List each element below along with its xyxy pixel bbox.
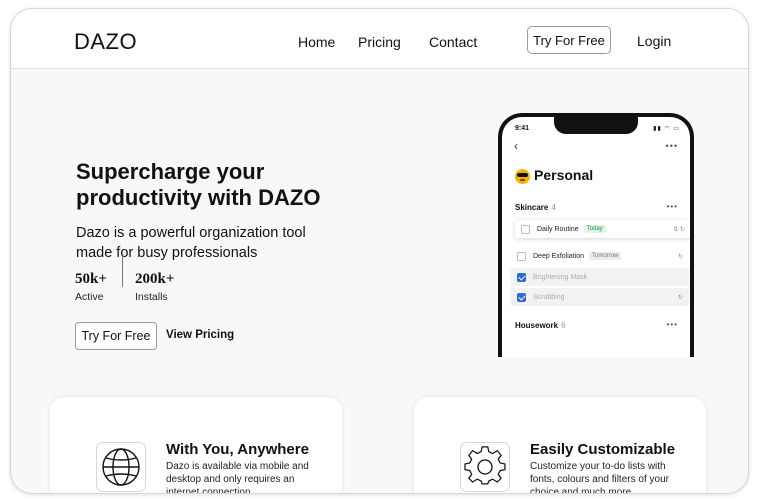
stat-value: 200k+	[135, 271, 175, 287]
feature-card-anywhere: With You, Anywhere Dazo is available via…	[50, 397, 342, 494]
view-pricing-link[interactable]: View Pricing	[166, 329, 234, 341]
feature-card-customizable: Easily Customizable Customize your to-do…	[414, 397, 706, 494]
gear-icon	[460, 442, 510, 492]
feature-text: Customize your to-do lists with fonts, c…	[530, 461, 669, 494]
task-item[interactable]: Brightening Mask	[511, 268, 689, 286]
task-tag: Today	[583, 225, 606, 233]
section-more-icon[interactable]: •••	[667, 202, 678, 211]
repeat-icon: ↻	[677, 294, 683, 301]
task-checkbox[interactable]	[521, 224, 530, 234]
task-checkbox[interactable]	[517, 251, 526, 261]
list-title: Personal	[534, 167, 594, 183]
task-tag: Tomorrow	[588, 252, 622, 260]
task-label: Daily Routine	[537, 225, 579, 233]
phone-notch	[554, 117, 638, 134]
section-count: 6	[561, 321, 566, 330]
phone-screen: 9:41 ▮▮ ◠ ▭ ‹ ••• Personal Skincare 4 •••…	[502, 117, 690, 357]
sort-repeat-icon: ⇅ ↻	[673, 226, 685, 233]
section-name: Skincare	[515, 203, 549, 212]
task-checkbox-checked[interactable]	[517, 272, 526, 282]
stat-label: Installs	[135, 291, 168, 303]
task-label: Deep Exfoliation	[533, 252, 584, 260]
hero-subtitle: Dazo is a powerful organization tool mad…	[76, 225, 306, 261]
section-header-skincare: Skincare 4	[515, 203, 556, 212]
status-time: 9:41	[515, 125, 530, 132]
feature-title: Easily Customizable	[530, 441, 676, 458]
back-chevron-icon[interactable]: ‹	[514, 139, 518, 153]
phone-mockup: 9:41 ▮▮ ◠ ▭ ‹ ••• Personal Skincare 4 •••…	[498, 113, 694, 357]
task-item[interactable]: Daily Routine Today ⇅ ↻	[515, 220, 690, 238]
nav-link-pricing[interactable]: Pricing	[358, 34, 401, 50]
nav-link-contact[interactable]: Contact	[429, 34, 477, 50]
stat-installs: 200k+ Installs	[135, 271, 174, 303]
section-more-icon[interactable]: •••	[667, 320, 678, 329]
stat-label: Active	[75, 291, 104, 303]
task-label: Scrubbing	[533, 293, 565, 301]
more-options-icon[interactable]: •••	[666, 141, 678, 151]
brand-logo[interactable]: DAZO	[74, 29, 137, 55]
stat-value: 50k+	[75, 271, 107, 287]
task-label: Brightening Mask	[533, 273, 588, 281]
nav-try-for-free-button[interactable]: Try For Free	[527, 26, 611, 54]
section-name: Housework	[515, 321, 559, 330]
feature-text: Dazo is available via mobile and desktop…	[166, 461, 309, 494]
stat-active: 50k+ Active	[75, 271, 107, 303]
app-window: DAZO Home Pricing Contact Try For Free L…	[10, 8, 749, 494]
feature-title: With You, Anywhere	[166, 441, 309, 458]
globe-icon	[96, 442, 146, 492]
stat-divider	[122, 257, 123, 287]
task-checkbox-checked[interactable]	[517, 292, 526, 302]
section-count: 4	[551, 203, 556, 212]
repeat-icon: ↻	[677, 253, 683, 260]
nav-login-link[interactable]: Login	[637, 33, 671, 49]
task-item[interactable]: Deep Exfoliation Tomorrow ↻	[511, 247, 689, 265]
section-header-housework: Housework 6	[515, 321, 566, 330]
task-item[interactable]: Scrubbing ↻	[511, 288, 689, 306]
nav-link-home[interactable]: Home	[298, 34, 335, 50]
hero-title: Supercharge your productivity with DAZO	[76, 159, 321, 210]
top-navbar: DAZO Home Pricing Contact Try For Free L…	[11, 9, 748, 69]
sunglasses-emoji-icon	[515, 169, 530, 184]
signal-wifi-battery-icon: ▮▮ ◠ ▭	[653, 126, 680, 132]
hero-try-for-free-button[interactable]: Try For Free	[75, 322, 157, 350]
